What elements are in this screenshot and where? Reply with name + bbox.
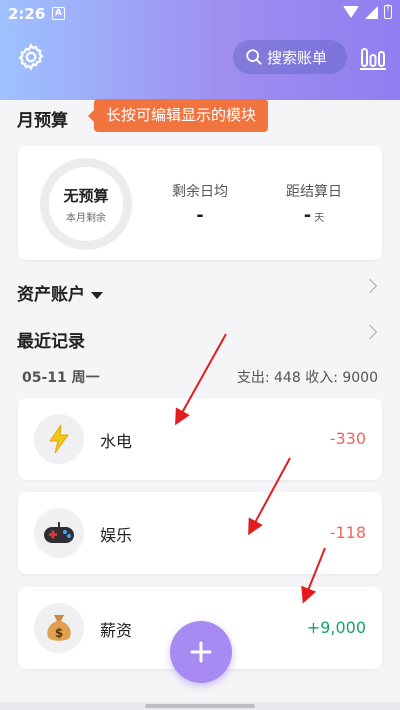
search-label: 搜索账单 — [267, 48, 328, 67]
record-name: 娱乐 — [100, 526, 133, 545]
settle-unit: 天 — [314, 213, 325, 224]
plus-icon — [190, 641, 212, 663]
bar-chart-icon[interactable] — [359, 42, 387, 72]
search-icon — [246, 49, 262, 65]
list-item[interactable]: 娱乐 -118 — [18, 492, 382, 574]
cellular-icon — [365, 5, 378, 19]
budget-title: 月预算 — [17, 111, 68, 131]
record-totals: 支出: 448 收入: 9000 — [236, 370, 378, 386]
search-button[interactable]: 搜索账单 — [233, 40, 347, 74]
lightning-icon — [34, 414, 84, 464]
record-name: 水电 — [100, 432, 133, 451]
settle-value: - — [303, 205, 312, 226]
status-time: 2:26 — [8, 5, 46, 23]
daily-avg-label: 剩余日均 — [172, 184, 228, 200]
svg-text:$: $ — [55, 626, 63, 640]
assets-title: 资产账户 — [17, 285, 85, 305]
status-icons — [343, 3, 392, 19]
gamepad-icon — [34, 508, 84, 558]
budget-ring-subtitle: 本月剩余 — [66, 212, 106, 224]
battery-icon — [384, 3, 392, 19]
status-bar: 2:26 A — [0, 0, 400, 30]
budget-ring-title: 无预算 — [63, 186, 109, 205]
notification-icon: A — [52, 7, 65, 20]
money-bag-icon: $ — [34, 603, 84, 653]
record-amount: +9,000 — [306, 618, 366, 637]
gesture-handle[interactable] — [145, 704, 255, 708]
chevron-right-icon[interactable] — [362, 278, 378, 294]
list-item[interactable]: 水电 -330 — [18, 398, 382, 480]
gear-icon[interactable] — [16, 42, 46, 72]
budget-ring: 无预算 本月剩余 — [40, 158, 132, 250]
add-record-button[interactable] — [170, 621, 232, 683]
record-date: 05-11 周一 — [22, 370, 100, 386]
settle-label: 距结算日 — [286, 184, 342, 200]
record-name: 薪资 — [100, 621, 133, 640]
wifi-icon — [343, 6, 359, 18]
edit-hint-tooltip: 长按可编辑显示的模块 — [87, 99, 269, 132]
record-amount: -118 — [329, 523, 366, 542]
assets-title-row[interactable]: 资产账户 — [17, 280, 103, 305]
records-title[interactable]: 最近记录 — [17, 327, 85, 352]
chevron-right-icon[interactable] — [362, 324, 378, 340]
caret-down-icon — [91, 291, 103, 299]
settle-value-row: -天 — [264, 205, 364, 226]
daily-avg-value: - — [196, 205, 204, 226]
record-amount: -330 — [329, 429, 366, 448]
